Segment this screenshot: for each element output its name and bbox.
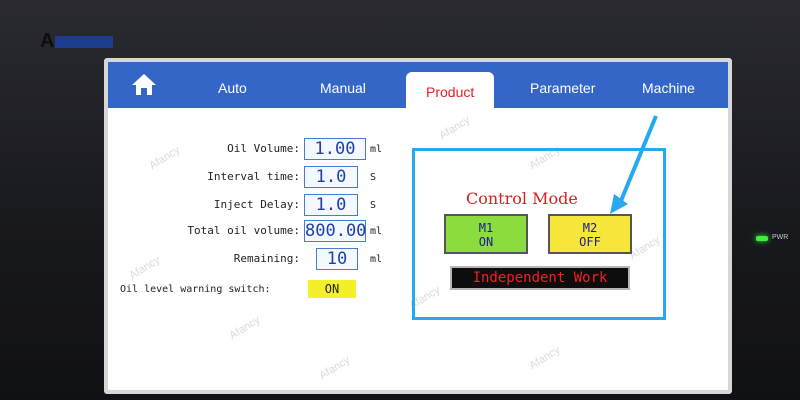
interval-time-unit: S	[370, 172, 377, 183]
tab-parameter[interactable]: Parameter	[530, 80, 595, 96]
power-led-icon	[756, 236, 768, 241]
watermark: Afancy	[437, 113, 473, 143]
oil-volume-label: Oil Volume:	[227, 142, 300, 155]
total-oil-volume-label: Total oil volume:	[187, 224, 300, 237]
interval-time-label: Interval time:	[207, 170, 300, 183]
tab-manual[interactable]: Manual	[320, 80, 366, 96]
watermark: Afancy	[317, 353, 353, 383]
total-oil-volume-field[interactable]: 800.00	[304, 220, 366, 242]
interval-time-field[interactable]: 1.0	[304, 166, 358, 188]
tab-auto[interactable]: Auto	[218, 80, 247, 96]
power-label: PWR	[772, 234, 789, 241]
inject-delay-unit: S	[370, 200, 377, 211]
oil-volume-field[interactable]: 1.00	[304, 138, 366, 160]
remaining-label: Remaining:	[233, 252, 300, 265]
inject-delay-field[interactable]: 1.0	[304, 194, 358, 216]
tab-machine[interactable]: Machine	[642, 80, 695, 96]
tab-product[interactable]: Product	[406, 72, 495, 108]
brand-logo: A	[40, 30, 114, 53]
oil-volume-unit: ml	[370, 144, 383, 155]
remaining-unit: ml	[370, 254, 383, 265]
watermark: Afancy	[527, 343, 563, 373]
home-icon[interactable]	[130, 70, 158, 98]
oil-warning-switch[interactable]: ON	[308, 280, 356, 298]
total-oil-volume-unit: ml	[370, 226, 383, 237]
watermark: Afancy	[227, 313, 263, 343]
arrow-icon	[610, 115, 658, 214]
inject-delay-label: Inject Delay:	[213, 198, 300, 211]
tab-bar: Auto Manual Product Parameter Machine	[108, 62, 728, 108]
oil-warning-label: Oil level warning switch:	[120, 284, 271, 295]
remaining-field[interactable]: 10	[316, 248, 358, 270]
